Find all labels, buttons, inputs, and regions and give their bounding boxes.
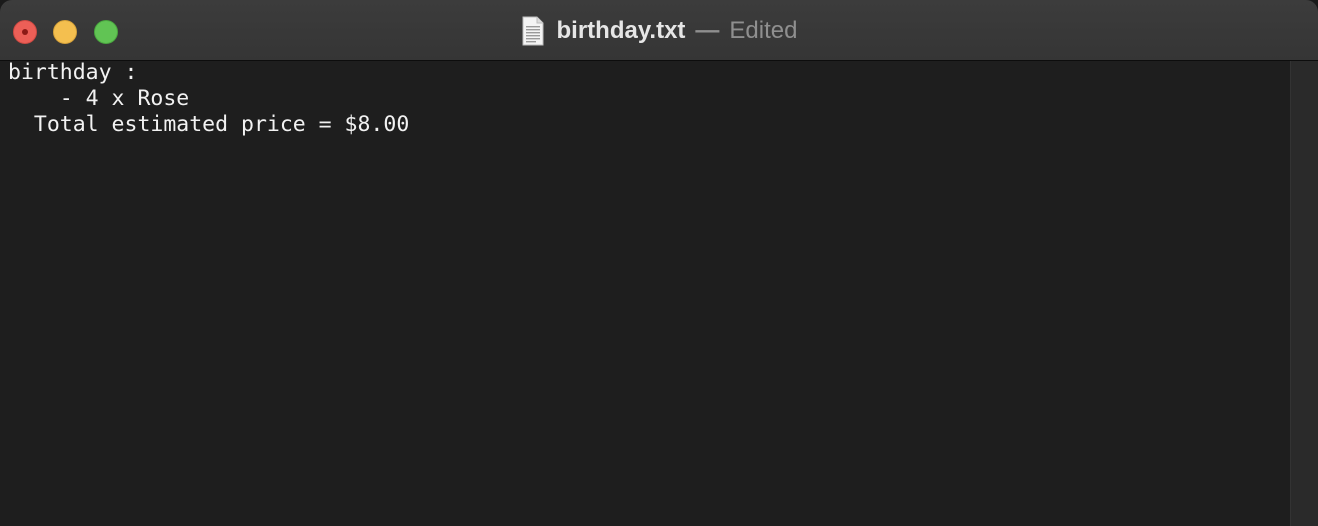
text-line[interactable]: Total estimated price = $8.00 bbox=[8, 112, 409, 138]
window-title: birthday.txt — Edited bbox=[0, 15, 1318, 47]
text-line[interactable]: birthday : bbox=[8, 60, 137, 86]
edited-status: Edited bbox=[729, 17, 798, 44]
document-filename: birthday.txt bbox=[556, 17, 686, 44]
text-editor-area[interactable]: birthday : - 4 x Rose Total estimated pr… bbox=[0, 60, 1290, 526]
text-editor-window: birthday.txt — Edited birthday : - 4 x R… bbox=[0, 0, 1318, 526]
title-separator: — bbox=[695, 17, 720, 44]
text-document-icon bbox=[522, 16, 544, 46]
title-bar[interactable]: birthday.txt — Edited bbox=[0, 0, 1318, 61]
text-line[interactable]: - 4 x Rose bbox=[8, 86, 189, 112]
vertical-scrollbar[interactable] bbox=[1290, 61, 1318, 526]
